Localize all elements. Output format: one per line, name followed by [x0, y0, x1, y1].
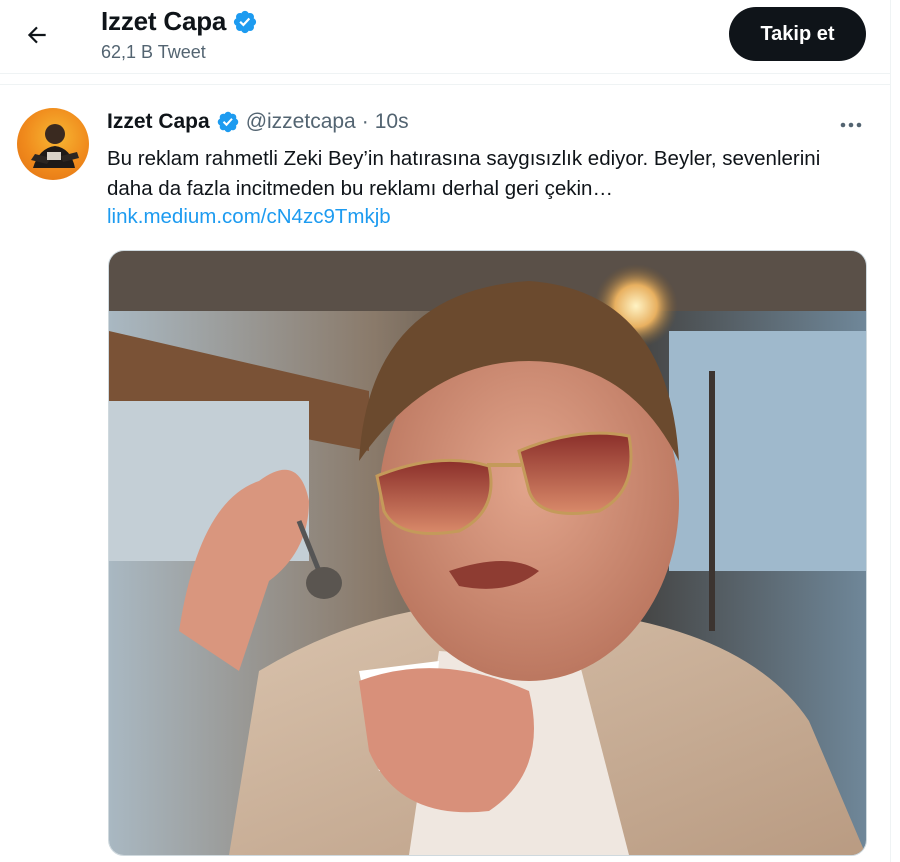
tweet-header: Izzet Capa @izzetcapa · 10s [107, 110, 409, 134]
back-button[interactable] [18, 16, 56, 54]
tweet-timestamp[interactable]: 10s [375, 110, 409, 134]
tweet-media-image[interactable] [108, 250, 867, 856]
tweet-count: 62,1 B Tweet [101, 42, 206, 62]
profile-name: Izzet Capa [101, 6, 227, 36]
header-divider [0, 74, 890, 85]
avatar[interactable] [17, 108, 89, 180]
arrow-left-icon [27, 26, 46, 44]
follow-button[interactable]: Takip et [729, 7, 866, 61]
more-horizontal-icon [840, 122, 862, 128]
more-button[interactable] [832, 110, 870, 140]
avatar-photo [31, 124, 79, 168]
tweet-photo [109, 251, 866, 855]
verified-badge-icon [234, 10, 257, 33]
tweet-text: Bu reklam rahmetli Zeki Bey’in hatırasın… [107, 147, 821, 200]
tweet-link[interactable]: link.medium.com/cN4zc9Tmkjb [107, 202, 391, 232]
profile-header: Izzet Capa 62,1 B Tweet Takip et [0, 0, 890, 74]
tweet-author-handle[interactable]: @izzetcapa [246, 110, 356, 134]
verified-badge-icon [217, 111, 238, 133]
tweet-separator: · [361, 110, 369, 133]
profile-column: Izzet Capa 62,1 B Tweet Takip et Izzet C… [0, 0, 891, 862]
header-title: Izzet Capa [101, 6, 258, 37]
tweet-author-name[interactable]: Izzet Capa [107, 110, 210, 134]
